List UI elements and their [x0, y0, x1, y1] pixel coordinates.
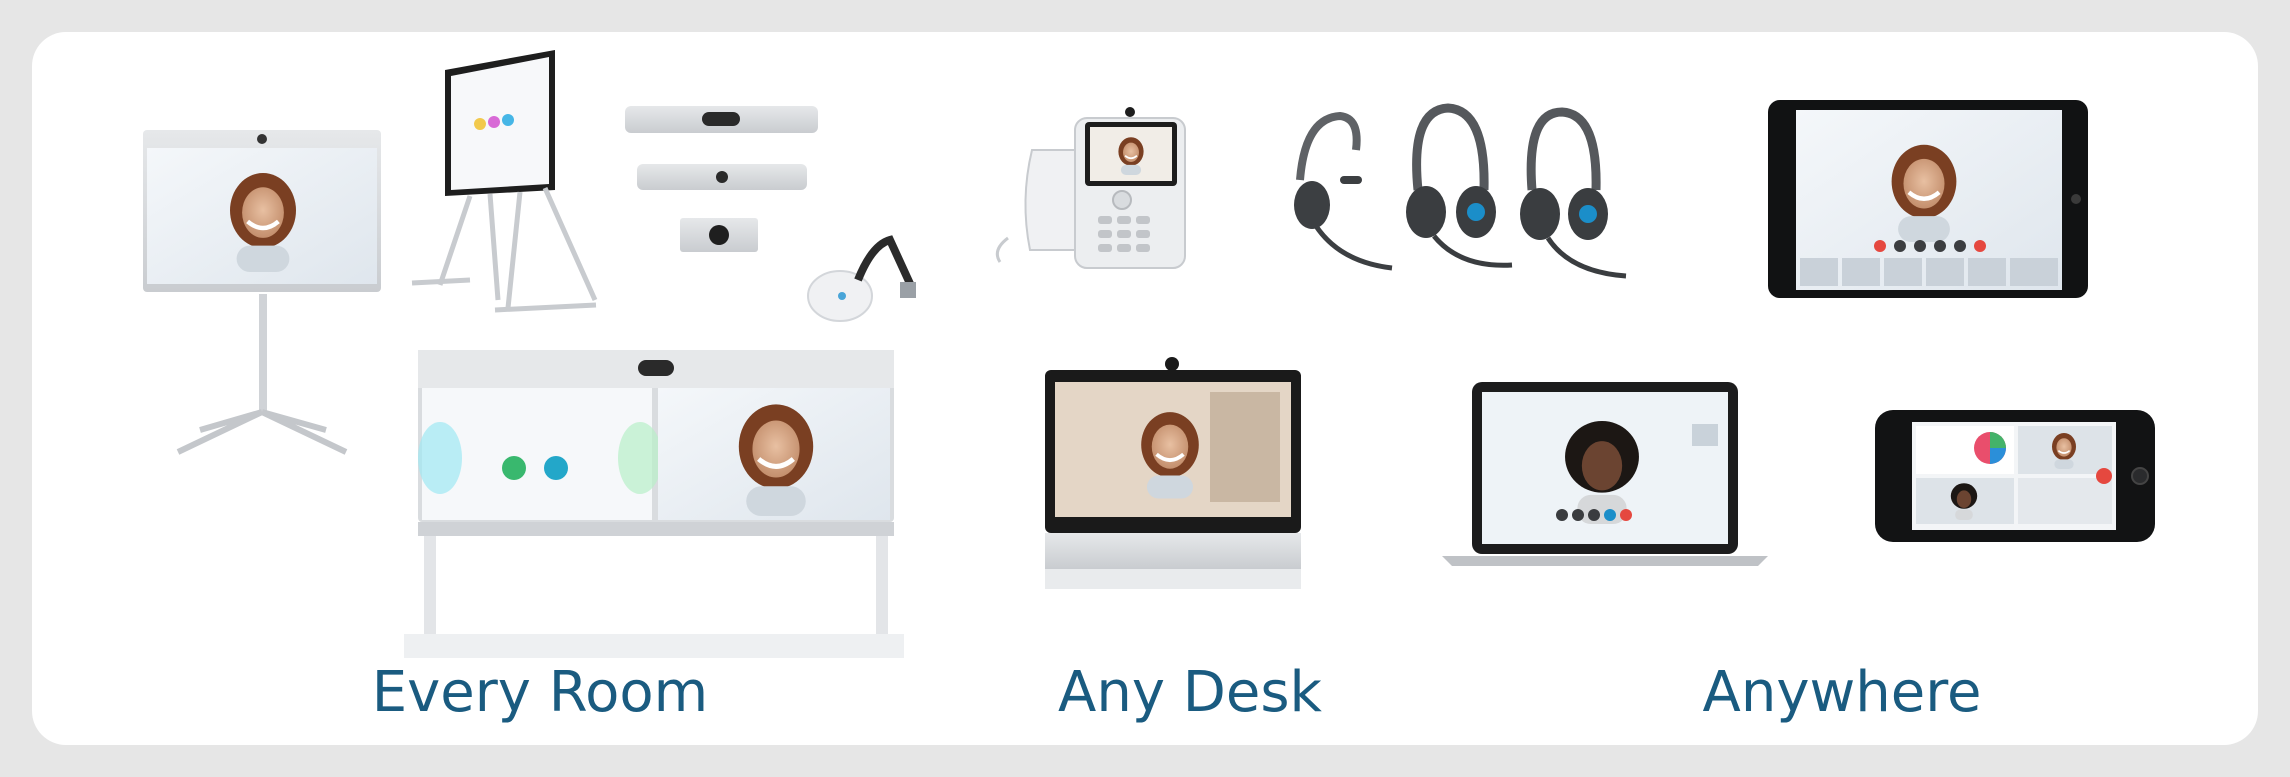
- dual-ear-headset-2-icon: [1520, 107, 1627, 279]
- laptop-meeting-icon: [1442, 382, 1768, 566]
- smartphone-meeting-icon: [1875, 410, 2155, 542]
- wireless-share-dongle-icon: [807, 235, 916, 322]
- ip-video-phone-icon: [995, 107, 1186, 269]
- room-camera-icon: [680, 218, 758, 252]
- room-bar-icon: [625, 106, 818, 133]
- room-55-dual-icon: [404, 350, 904, 658]
- tablet-meeting-icon: [1768, 100, 2088, 298]
- caption-anywhere: Anywhere: [1702, 660, 1982, 725]
- dual-ear-headset-1-icon: [1406, 103, 1513, 268]
- single-ear-headset-icon: [1294, 111, 1393, 271]
- room-kit-mini-icon: [637, 164, 807, 190]
- room-kit-mini-stand-icon: [143, 130, 381, 455]
- caption-every-room: Every Room: [371, 660, 709, 725]
- caption-any-desk: Any Desk: [1058, 660, 1322, 725]
- board-on-easel-icon: [411, 50, 598, 313]
- desk-pro-icon: [1045, 357, 1301, 589]
